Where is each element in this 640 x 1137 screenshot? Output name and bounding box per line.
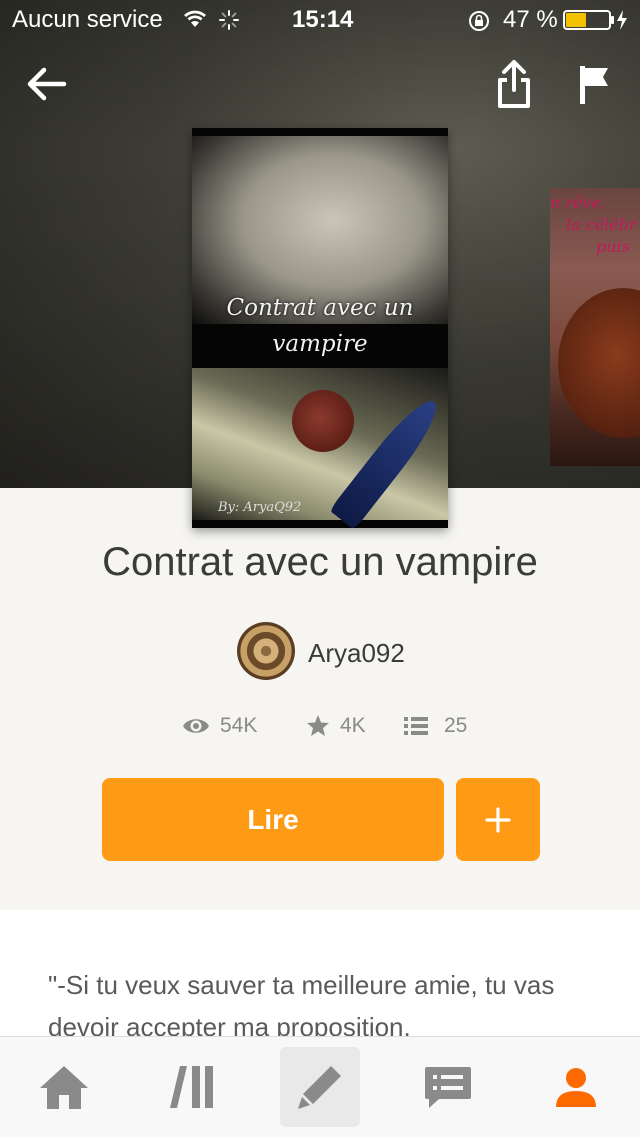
avatar[interactable] [237,622,295,680]
bottom-tab-bar [0,1036,640,1137]
share-icon [498,60,530,108]
back-button[interactable] [18,56,74,112]
reads-count: 54K [220,714,258,737]
parts-stat: 25 [404,714,467,738]
clock: 15:14 [292,6,354,33]
flag-icon [580,66,608,104]
add-to-library-button[interactable] [456,778,540,861]
loading-spinner-icon [219,10,239,30]
next-cover-line: n rêve, [550,193,607,212]
share-button[interactable] [486,56,542,112]
cover-title: Contrat avec un vampire [226,295,414,357]
status-bar: Aucun service 15:14 47 % [0,0,640,40]
next-story-cover[interactable]: n rêve, la célébr puis [550,188,640,466]
description-card: "-Si tu veux sauver ta meilleure amie, t… [0,910,640,1050]
top-bar [0,56,640,116]
messages-icon [425,1067,471,1108]
next-cover-line: puis [596,237,630,256]
next-cover-line: la célébr [566,215,637,234]
author-link[interactable]: Arya092 [0,622,640,682]
story-title: Contrat avec un vampire [102,540,538,584]
cover-author: By: AryaQ92 [218,500,302,515]
tab-profile[interactable] [536,1047,616,1127]
carrier-label: Aucun service [12,6,163,33]
battery-percent: 47 % [503,6,558,33]
rotation-lock-icon [469,11,489,31]
report-button[interactable] [566,56,622,112]
author-name[interactable]: Arya092 [308,638,405,669]
library-icon [170,1066,213,1108]
tab-write[interactable] [280,1047,360,1127]
votes-count: 4K [340,714,366,737]
violin-art [558,288,640,438]
arrow-left-icon [27,67,67,101]
tab-home[interactable] [24,1047,104,1127]
read-button-label: Lire [247,803,299,835]
tab-messages[interactable] [408,1047,488,1127]
home-icon [40,1066,88,1109]
story-stats: 54K 4K 25 [0,714,640,746]
tab-library[interactable] [152,1047,232,1127]
wifi-icon [184,10,206,27]
plus-icon [485,806,511,833]
star-icon [307,715,329,736]
profile-icon [556,1068,596,1107]
votes-stat: 4K [306,714,366,738]
eye-icon [183,719,209,733]
cover-art-seal [292,390,354,452]
battery-icon [563,10,627,30]
parts-count: 25 [444,714,468,737]
list-icon [404,717,428,735]
pencil-icon [298,1066,341,1109]
reads-stat: 54K [182,714,257,738]
next-cover-text: n rêve, la célébr puis [550,192,637,258]
read-button[interactable]: Lire [102,778,444,861]
story-cover[interactable]: Contrat avec un vampire By: AryaQ92 [192,128,448,528]
